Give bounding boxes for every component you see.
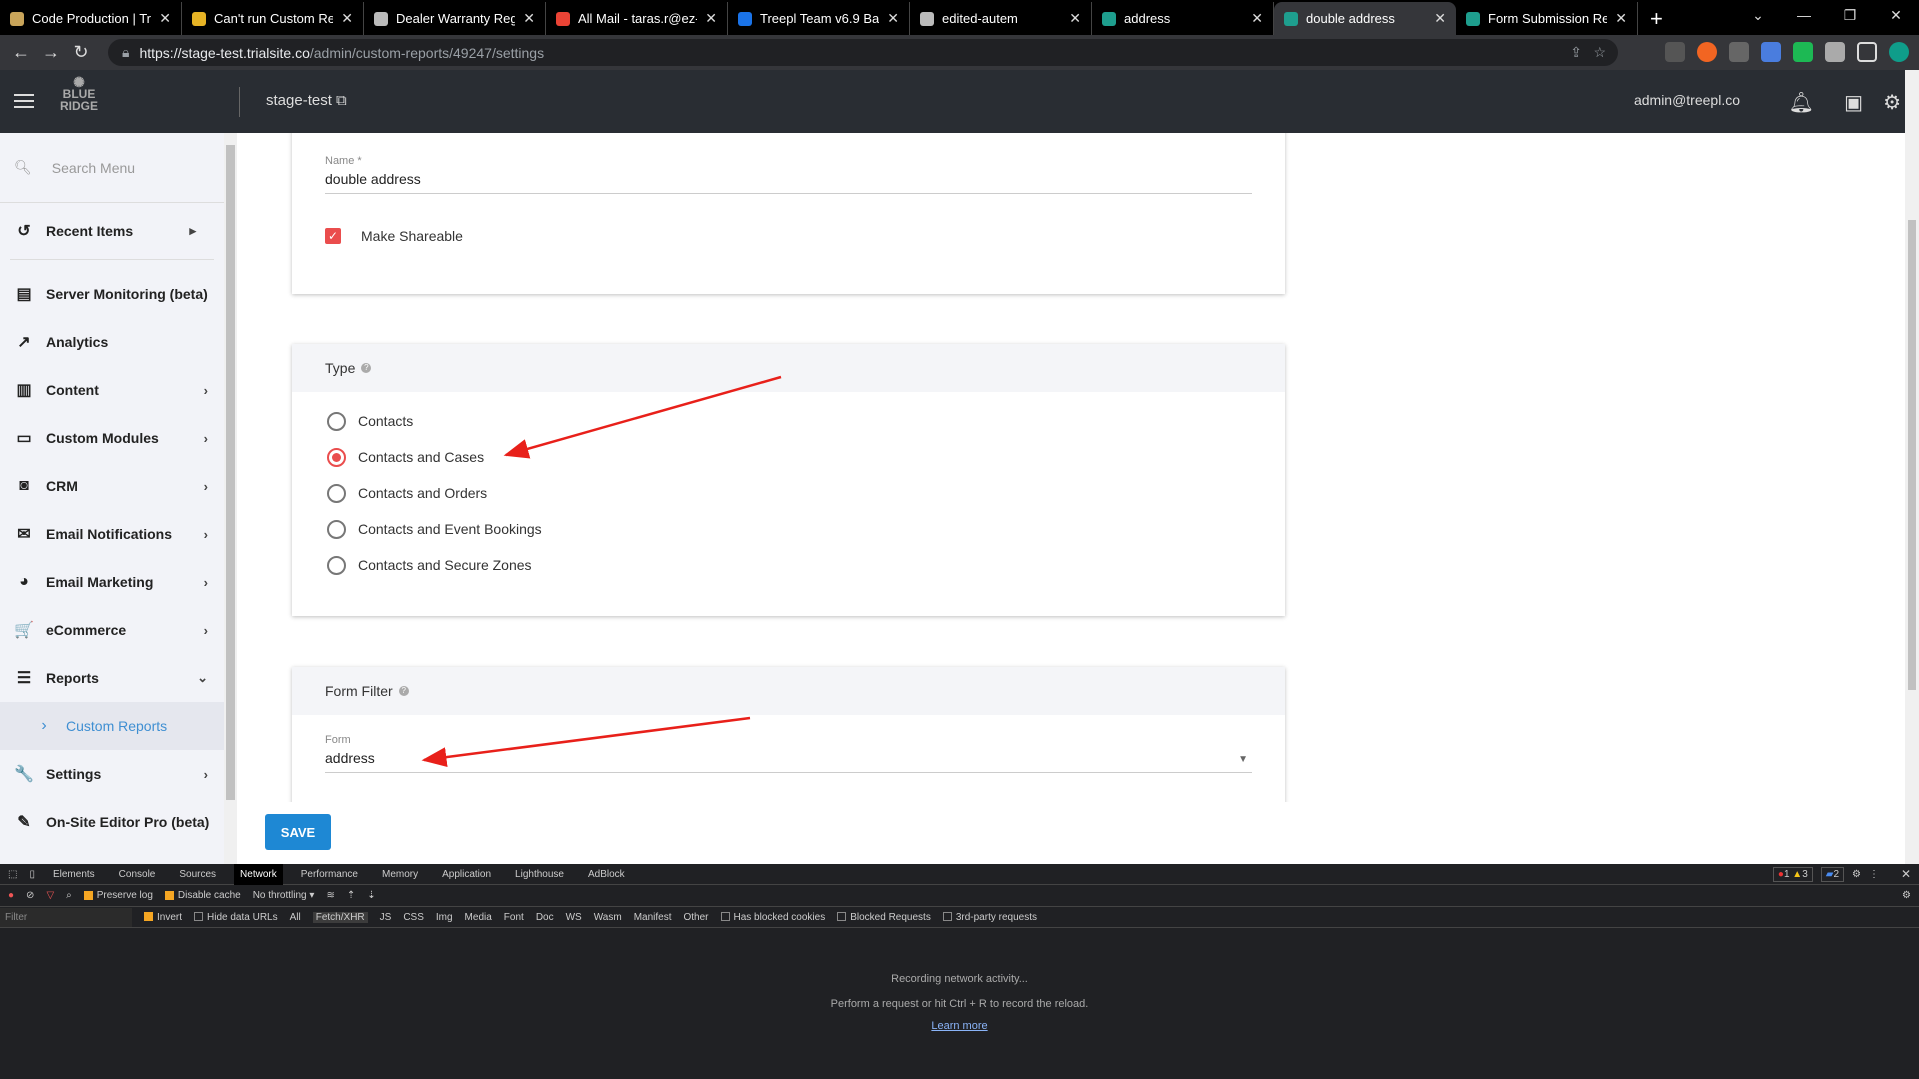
filter-input[interactable]: Filter bbox=[0, 907, 132, 927]
devtools-tab-network[interactable]: Network bbox=[234, 863, 283, 885]
filter-type-all[interactable]: All bbox=[290, 912, 301, 923]
devtools-tab-console[interactable]: Console bbox=[113, 864, 162, 885]
checkbox-label: Has blocked cookies bbox=[733, 911, 826, 923]
hide-data-urls-checkbox[interactable]: Hide data URLs bbox=[194, 912, 278, 923]
more-icon[interactable]: ⋮ bbox=[1869, 869, 1879, 880]
devtools-tab-performance[interactable]: Performance bbox=[295, 864, 364, 885]
checkbox-label: Hide data URLs bbox=[207, 911, 278, 923]
inspect-icon[interactable]: ⬚ bbox=[8, 869, 17, 880]
devtools-tab-application[interactable]: Application bbox=[436, 864, 497, 885]
checkbox-box bbox=[942, 912, 952, 922]
third-party-checkbox[interactable]: 3rd-party requests bbox=[942, 911, 1037, 923]
devtools-close-icon[interactable]: ✕ bbox=[1901, 867, 1911, 881]
devtools-panel: ⬚ ▯ Elements Console Sources Network Performan… bbox=[0, 863, 1919, 1079]
annotation-arrow bbox=[503, 375, 782, 459]
issues-counter[interactable]: ●1 ▲3 bbox=[1772, 867, 1813, 882]
devtools-tab-elements[interactable]: Elements bbox=[47, 864, 101, 885]
throttling-value: No throttling bbox=[252, 890, 307, 901]
learn-more-text: Learn more bbox=[931, 1020, 988, 1032]
error-count: 1 bbox=[1783, 869, 1790, 880]
device-toolbar-icon[interactable]: ▯ bbox=[29, 869, 35, 880]
devtools-tab-adblock[interactable]: AdBlock bbox=[582, 864, 631, 885]
import-icon[interactable]: ⇡ bbox=[347, 890, 355, 901]
checkbox-label: Disable cache bbox=[177, 890, 241, 901]
warning-icon: ▲ bbox=[1792, 869, 1803, 880]
checkbox-box bbox=[720, 912, 730, 922]
blocked-cookies-checkbox[interactable]: Has blocked cookies bbox=[720, 911, 826, 923]
disable-cache-checkbox[interactable]: Disable cache bbox=[164, 890, 241, 901]
record-icon[interactable]: ● bbox=[8, 890, 14, 901]
checkbox-label: 3rd-party requests bbox=[955, 911, 1037, 923]
filter-type-img[interactable]: Img bbox=[436, 912, 453, 923]
network-settings-icon[interactable]: ⚙ bbox=[1902, 890, 1911, 901]
filter-type-other[interactable]: Other bbox=[683, 912, 708, 923]
warning-count: 3 bbox=[1802, 869, 1808, 880]
checkbox-label: Preserve log bbox=[96, 890, 153, 901]
clear-icon[interactable]: ⊘ bbox=[26, 890, 34, 901]
message-count: 2 bbox=[1833, 869, 1840, 880]
learn-more-link[interactable]: Learn more bbox=[0, 1020, 1919, 1032]
recording-message: Recording network activity... bbox=[891, 973, 1028, 985]
reload-hint: Perform a request or hit Ctrl + R to rec… bbox=[830, 998, 1089, 1010]
filter-type-manifest[interactable]: Manifest bbox=[634, 912, 672, 923]
invert-checkbox[interactable]: Invert bbox=[144, 912, 182, 923]
filter-type-media[interactable]: Media bbox=[465, 912, 492, 923]
messages-counter[interactable]: ▰2 bbox=[1820, 867, 1845, 882]
filter-type-font[interactable]: Font bbox=[504, 912, 524, 923]
devtools-tab-lighthouse[interactable]: Lighthouse bbox=[509, 864, 570, 885]
checkbox-box bbox=[837, 912, 847, 922]
export-icon[interactable]: ⇣ bbox=[367, 890, 375, 901]
devtools-settings-icon[interactable]: ⚙ bbox=[1852, 869, 1861, 880]
filter-type-doc[interactable]: Doc bbox=[536, 912, 554, 923]
filter-type-fetch-xhr[interactable]: Fetch/XHR bbox=[312, 911, 368, 923]
throttling-select[interactable]: No throttling ▾ bbox=[253, 890, 315, 901]
devtools-tab-sources[interactable]: Sources bbox=[173, 864, 222, 885]
filter-icon[interactable]: ▽ bbox=[46, 890, 54, 901]
filter-type-wasm[interactable]: Wasm bbox=[594, 912, 622, 923]
preserve-log-checkbox[interactable]: Preserve log bbox=[83, 890, 153, 901]
filter-type-css[interactable]: CSS bbox=[403, 912, 424, 923]
search-icon[interactable]: ⌕ bbox=[66, 890, 72, 901]
network-conditions-icon[interactable]: ≋ bbox=[326, 890, 334, 901]
filter-type-ws[interactable]: WS bbox=[566, 912, 582, 923]
devtools-status: ●1 ▲3 ▰2 ⚙ ⋮ bbox=[1772, 867, 1879, 882]
annotation-arrow bbox=[421, 716, 751, 768]
blocked-requests-checkbox[interactable]: Blocked Requests bbox=[837, 912, 931, 923]
checkbox-label: Invert bbox=[157, 911, 183, 923]
checkbox-label: Blocked Requests bbox=[850, 911, 931, 923]
filter-type-js[interactable]: JS bbox=[380, 912, 392, 923]
devtools-tab-memory[interactable]: Memory bbox=[376, 864, 424, 885]
